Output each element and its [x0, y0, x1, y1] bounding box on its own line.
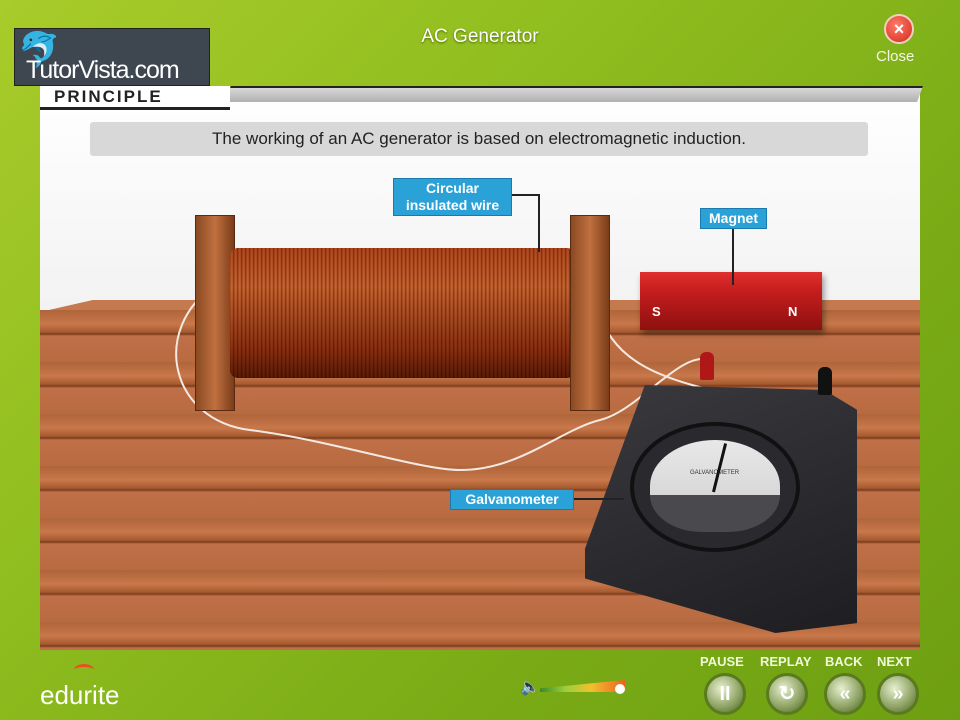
bar-magnet: S N — [640, 272, 822, 330]
south-pole-label: S — [652, 304, 661, 319]
back-label: BACK — [825, 654, 863, 669]
galvanometer-leader — [574, 498, 624, 500]
replay-button[interactable]: ↻ — [766, 673, 808, 715]
pause-button[interactable]: II — [704, 673, 746, 715]
galvanometer-label: Galvanometer — [450, 489, 574, 510]
brand-logo: edurite — [40, 680, 120, 710]
coil-left-flange — [195, 215, 235, 411]
replay-label: REPLAY — [760, 654, 812, 669]
copper-coil — [230, 248, 575, 378]
next-button[interactable]: » — [877, 673, 919, 715]
magnet-leader — [732, 229, 734, 285]
magnet-label: Magnet — [700, 208, 767, 229]
coil-leader-v — [538, 194, 540, 252]
speaker-icon[interactable]: 🔈 — [520, 677, 540, 697]
black-terminal — [818, 367, 832, 395]
next-label: NEXT — [877, 654, 912, 669]
pause-label: PAUSE — [700, 654, 744, 669]
north-pole-label: N — [788, 304, 798, 319]
dial-text: GALVANOMETER — [690, 470, 740, 476]
coil-right-flange — [570, 215, 610, 411]
coil-label: Circular insulated wire — [393, 178, 512, 216]
volume-knob[interactable] — [615, 684, 625, 694]
coil-leader — [512, 194, 540, 196]
edurite-swoosh-icon — [74, 664, 94, 676]
red-terminal — [700, 352, 714, 380]
back-button[interactable]: « — [824, 673, 866, 715]
